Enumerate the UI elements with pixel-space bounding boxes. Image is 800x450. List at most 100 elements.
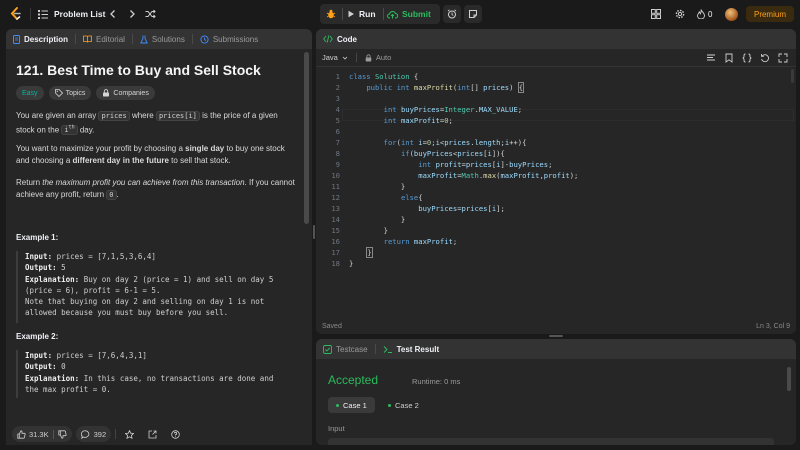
explanation-text: In this case, no transactions are done a… (79, 373, 274, 383)
next-problem-button[interactable] (127, 0, 137, 28)
list-icon (38, 10, 48, 19)
line-content: else{ (400, 193, 423, 202)
auto-label: Auto (375, 53, 392, 62)
text: day. (77, 125, 95, 135)
description-scrollbar[interactable] (304, 52, 309, 224)
inline-code: prices[i] (155, 111, 200, 121)
horizontal-splitter-handle[interactable] (549, 335, 563, 337)
tab-solutions[interactable]: Solutions (133, 29, 192, 49)
timer-button[interactable] (443, 5, 461, 23)
tab-test-result[interactable]: Test Result (376, 339, 447, 359)
run-submit-group: Run Submit (320, 4, 440, 24)
tab-testcase-label: Testcase (336, 344, 368, 354)
streak-counter[interactable]: 0 (697, 0, 712, 28)
premium-button[interactable]: Premium (746, 6, 794, 22)
line-content: maxProfit=Math.max(maxProfit,profit); (418, 171, 579, 180)
comments-button[interactable]: 392 (75, 426, 112, 442)
prev-problem-button[interactable] (108, 0, 118, 28)
italic-text: the maximum profit you can achieve from … (42, 178, 245, 187)
tab-description[interactable]: Description (6, 29, 75, 49)
divider (52, 429, 54, 439)
terminal-icon (383, 345, 392, 353)
example-2-title: Example 2: (16, 332, 59, 341)
language-select[interactable]: Java (316, 53, 348, 62)
inline-code: ith (61, 125, 78, 136)
text: where (129, 111, 156, 120)
line-number: 2 (335, 83, 340, 92)
tab-code[interactable]: Code (316, 29, 364, 49)
topics-button[interactable]: Topics (48, 86, 92, 100)
line-number: 7 (335, 138, 340, 147)
output-value: 0 (56, 362, 66, 372)
alarm-clock-icon (447, 9, 457, 19)
settings-button[interactable] (675, 0, 685, 28)
companies-button[interactable]: Companies (96, 86, 155, 100)
line-content (349, 126, 353, 137)
fire-icon (697, 9, 705, 19)
thumbs-up-icon (17, 429, 26, 439)
problem-title: 121. Best Time to Buy and Sell Stock (16, 62, 261, 78)
dislike-button[interactable] (58, 429, 67, 439)
runtime-text: Runtime: 0 ms (412, 377, 461, 386)
example-1-title: Example 1: (16, 233, 59, 242)
explanation-text: (price = 6), profit = 6-1 = 5. (25, 285, 161, 295)
line-number: 14 (331, 215, 340, 224)
layout-button[interactable] (651, 0, 661, 28)
line-number: 1 (335, 72, 340, 81)
tab-submissions-label: Submissions (212, 34, 259, 44)
share-button[interactable] (143, 426, 162, 442)
random-problem-button[interactable] (145, 0, 156, 28)
tab-testcase[interactable]: Testcase (316, 339, 375, 359)
code-scrollbar[interactable] (791, 69, 794, 83)
text: You are given an array (16, 111, 99, 120)
expand-icon[interactable] (778, 53, 788, 63)
case-2-tab[interactable]: Case 2 (380, 397, 427, 413)
like-count: 31.3K (29, 429, 49, 439)
like-button[interactable]: 31.3K (17, 430, 49, 439)
vertical-splitter-handle[interactable] (313, 225, 315, 239)
braces-icon[interactable] (742, 53, 752, 63)
top-bar: Problem List Run Submit 0 Premium (0, 0, 800, 28)
line-content: } (366, 247, 373, 258)
run-label: Run (359, 9, 376, 19)
text: You want to maximize your profit by choo… (16, 144, 186, 153)
code-toolbar: Java Auto (316, 49, 796, 67)
result-scrollbar[interactable] (787, 367, 791, 391)
avatar-icon (725, 7, 738, 21)
tab-code-label: Code (337, 34, 357, 44)
tab-submissions[interactable]: Submissions (193, 29, 265, 49)
debug-button[interactable] (324, 4, 338, 24)
reset-icon[interactable] (760, 53, 770, 63)
leetcode-logo-icon[interactable] (8, 6, 24, 22)
output-label: Output: (25, 263, 57, 273)
code-panel-header: Code (316, 29, 796, 49)
cursor-position: Ln 3, Col 9 (756, 322, 790, 330)
line-content: } (349, 182, 406, 191)
chevron-right-icon (130, 10, 135, 18)
description-paragraph-2: You want to maximize your profit by choo… (16, 143, 298, 167)
help-button[interactable] (166, 426, 185, 442)
play-icon (348, 10, 354, 18)
favorite-button[interactable] (120, 426, 139, 442)
text: . (116, 190, 119, 199)
description-paragraph-1: You are given an array prices where pric… (16, 110, 298, 136)
example-2-block: Input: prices = [7,6,4,3,1] Output: 0 Ex… (16, 350, 296, 398)
format-icon[interactable] (706, 53, 716, 63)
line-content: buyPrices=prices[i]; (418, 204, 505, 213)
explanation-text: Buy on day 2 (price = 1) and sell on day… (79, 274, 274, 284)
line-content (349, 93, 353, 104)
share-icon (148, 430, 157, 438)
bug-icon (326, 9, 336, 19)
problem-list-button[interactable]: Problem List (38, 0, 105, 28)
case-1-tab[interactable]: Case 1 (328, 397, 375, 413)
bookmark-icon[interactable] (724, 53, 734, 63)
tab-test-result-label: Test Result (396, 344, 440, 354)
avatar[interactable] (725, 0, 738, 28)
submit-button[interactable]: Submit (387, 4, 437, 24)
run-button[interactable]: Run (344, 4, 382, 24)
pass-dot (388, 403, 391, 407)
notes-button[interactable] (464, 5, 482, 23)
output-label: Output: (25, 362, 57, 372)
tab-editorial[interactable]: Editorial (76, 29, 132, 49)
line-content: public int maxProfit(int[] prices) { (366, 82, 525, 93)
